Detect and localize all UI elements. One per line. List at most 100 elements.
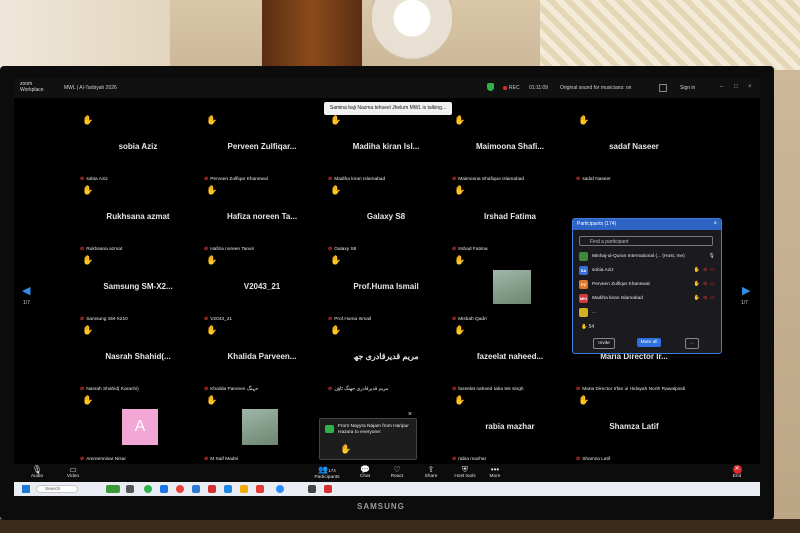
video-tile[interactable]: ✋ Madiha kiran Isl... ⊘ Madiha kiran Isla… bbox=[326, 114, 446, 184]
video-tile[interactable]: ✋ Shamza Latif ⊘ Shamza Latif bbox=[574, 394, 694, 464]
video-tile[interactable]: ✋ rabia mazhar ⊘ rabia mazhar bbox=[450, 394, 570, 464]
file-explorer-icon[interactable] bbox=[240, 485, 248, 493]
video-tile[interactable]: ✋ Nasrah Shahid(... ⊘ Nasrah Shahid( Kara… bbox=[78, 324, 198, 394]
zoom-window: zoom Workplace MWL | Al-Tarbiyah 2026 REC… bbox=[14, 78, 760, 496]
participant-row[interactable]: Minhaj-ul-Quran International (... (Host… bbox=[579, 250, 715, 262]
taskbar-app-icon[interactable] bbox=[192, 485, 200, 493]
avatar: SA bbox=[579, 265, 588, 275]
video-tile[interactable]: ✋ Galaxy S8 ⊘ Galaxy S8 bbox=[326, 184, 446, 254]
react-button[interactable]: ♡ React bbox=[382, 465, 412, 479]
mic-off-icon: ⊘ bbox=[576, 176, 581, 182]
whatsapp-icon[interactable] bbox=[144, 485, 152, 493]
raised-hand-icon: ✋ bbox=[578, 395, 590, 405]
raised-hand-icon: ✋ bbox=[206, 115, 218, 125]
more-button[interactable]: ••• More bbox=[480, 465, 510, 479]
video-tile[interactable]: ✋ V2043_21 ⊘ V2043_21 bbox=[202, 254, 322, 324]
raised-hand-icon: ✋ bbox=[206, 395, 218, 405]
taskbar-app-icon[interactable] bbox=[208, 485, 216, 493]
participant-row[interactable]: MKI Madiha kiran Islamabad ✋ ⊘ ▭ bbox=[579, 292, 715, 304]
video-tile[interactable]: ✋ ⊘ Misbah Qadri bbox=[450, 254, 570, 324]
monitor-brand-logo: SAMSUNG bbox=[357, 502, 405, 511]
mic-off-icon: ⊘ bbox=[452, 386, 457, 392]
panel-more-button[interactable]: ... bbox=[685, 338, 699, 349]
security-shield-icon[interactable] bbox=[487, 83, 494, 91]
video-tile[interactable]: ✋ Maimoona Shafi... ⊘ Maimoona Shafique i… bbox=[450, 114, 570, 184]
video-tile[interactable]: ✋ sobia Aziz ⊘ sobia Aziz bbox=[78, 114, 198, 184]
participants-panel: Participants (174) × Find a participant … bbox=[572, 218, 722, 354]
participants-button[interactable]: 👥174 Participants bbox=[312, 465, 342, 480]
mic-off-icon: ⊘ bbox=[328, 246, 333, 252]
sign-in-link[interactable]: Sign in bbox=[680, 85, 695, 91]
mic-off-icon: ⊘ bbox=[452, 246, 457, 252]
mic-off-icon[interactable]: ⊘ bbox=[703, 295, 707, 301]
mic-off-icon: ⊘ bbox=[576, 386, 581, 392]
taskbar-app-icon[interactable] bbox=[324, 485, 332, 493]
taskbar-app-icon[interactable] bbox=[224, 485, 232, 493]
page-indicator-right: 1/7 bbox=[741, 300, 748, 306]
taskbar-app-icon[interactable] bbox=[106, 485, 120, 493]
grid-view-icon[interactable] bbox=[659, 84, 667, 92]
maximize-icon[interactable]: □ bbox=[734, 84, 738, 90]
minimize-icon[interactable]: – bbox=[720, 84, 723, 90]
mic-off-icon: ⊘ bbox=[204, 316, 209, 322]
next-page-arrow-icon[interactable]: ▶ bbox=[742, 284, 750, 297]
recording-indicator[interactable]: REC bbox=[503, 85, 520, 91]
mic-off-icon: ⊘ bbox=[452, 316, 457, 322]
mute-all-button[interactable]: Mute all bbox=[637, 338, 661, 347]
end-call-icon: ✕ bbox=[732, 465, 742, 474]
avatar bbox=[579, 251, 588, 261]
taskbar-app-icon[interactable] bbox=[256, 485, 264, 493]
taskbar-search[interactable]: Search bbox=[36, 485, 78, 493]
video-tile[interactable]: ✋ fazeelat naheed... ⊘ fazeelat naheed ta… bbox=[450, 324, 570, 394]
host-tools-button[interactable]: ⛨ Host tools bbox=[450, 465, 480, 479]
raised-hand-icon: ✋ bbox=[340, 444, 352, 454]
chrome-icon[interactable] bbox=[176, 485, 184, 493]
video-tile[interactable]: ✋ Hafiza noreen Ta... ⊘ Hafiza noreen Tan… bbox=[202, 184, 322, 254]
participants-icon: 👥174 bbox=[318, 465, 336, 474]
windows-start-icon[interactable] bbox=[22, 485, 30, 493]
participant-search-input[interactable]: Find a participant bbox=[579, 236, 713, 246]
mic-off-icon: ⊘ bbox=[452, 176, 457, 182]
mic-off-icon: ⊘ bbox=[452, 456, 457, 462]
room-wall bbox=[0, 0, 170, 70]
video-tile[interactable]: ✋ sadaf Naseer ⊘ sadaf Naseer bbox=[574, 114, 694, 184]
share-button[interactable]: ⇪ Share bbox=[416, 465, 446, 479]
video-tile[interactable]: ✋ Samsung SM-X2... ⊘ Samsung SM-X210 bbox=[78, 254, 198, 324]
close-icon[interactable]: × bbox=[408, 411, 412, 418]
video-tile[interactable]: ✋ Khalida Parveen... ⊘ Khalida Parveen جہ… bbox=[202, 324, 322, 394]
mic-icon: 🎙 bbox=[708, 253, 715, 259]
chat-notification[interactable]: From Nayyra Najam from Haripur Hazara to… bbox=[319, 411, 417, 460]
mic-off-icon[interactable]: ⊘ bbox=[703, 267, 707, 273]
video-button[interactable]: ▭ Video bbox=[58, 465, 88, 479]
taskbar-app-icon[interactable] bbox=[160, 485, 168, 493]
avatar: PZ bbox=[579, 279, 588, 289]
mic-off-icon: ⊘ bbox=[204, 246, 209, 252]
participant-video-thumbnail bbox=[493, 270, 531, 304]
raised-hand-icon: ✋ bbox=[330, 255, 342, 265]
taskbar-app-icon[interactable] bbox=[126, 485, 134, 493]
audio-button[interactable]: 🎙 Audio bbox=[22, 465, 52, 479]
participants-panel-header: Participants (174) × bbox=[573, 219, 721, 230]
mic-off-icon[interactable]: ⊘ bbox=[703, 281, 707, 287]
video-camera-icon: ▭ bbox=[69, 465, 77, 474]
close-panel-icon[interactable]: × bbox=[713, 219, 717, 230]
zoom-taskbar-icon[interactable] bbox=[276, 485, 284, 493]
video-tile[interactable]: ✋ Irshad Fatima ⊘ Irshad Fatima bbox=[450, 184, 570, 254]
original-sound-toggle[interactable]: Original sound for musicians: on bbox=[560, 85, 631, 91]
mic-off-icon: ⊘ bbox=[328, 176, 333, 182]
video-tile[interactable]: ✋ Prof.Huma Ismail ⊘ Prof.Huma Ismail bbox=[326, 254, 446, 324]
invite-button[interactable]: Invite bbox=[593, 338, 615, 349]
participant-row[interactable]: ... bbox=[579, 306, 715, 318]
raised-hand-icon: ✋ bbox=[330, 115, 342, 125]
chat-button[interactable]: 💬 Chat bbox=[350, 465, 380, 479]
taskbar-app-icon[interactable] bbox=[308, 485, 316, 493]
participant-row[interactable]: PZ Perveen Zulfiqar Khanewal ✋ ⊘ ▭ bbox=[579, 278, 715, 290]
video-tile[interactable]: ✋ مریم قدیرقادری جھ ⊘ مریم قدیرقادری جھنگ… bbox=[326, 324, 446, 394]
video-tile[interactable]: ✋ Rukhsana azmat ⊘ Rukhsana azmat bbox=[78, 184, 198, 254]
end-meeting-button[interactable]: ✕ End bbox=[722, 465, 752, 479]
close-icon[interactable]: × bbox=[748, 84, 752, 90]
participant-row[interactable]: SA sobia Aziz ✋ ⊘ ▭ bbox=[579, 264, 715, 276]
prev-page-arrow-icon[interactable]: ◀ bbox=[22, 284, 30, 297]
video-tile[interactable]: ✋ ⊘ M Saif Madni bbox=[202, 394, 322, 464]
video-tile[interactable]: ✋ Perveen Zulfiqar... ⊘ Perveen Zulfiqar … bbox=[202, 114, 322, 184]
